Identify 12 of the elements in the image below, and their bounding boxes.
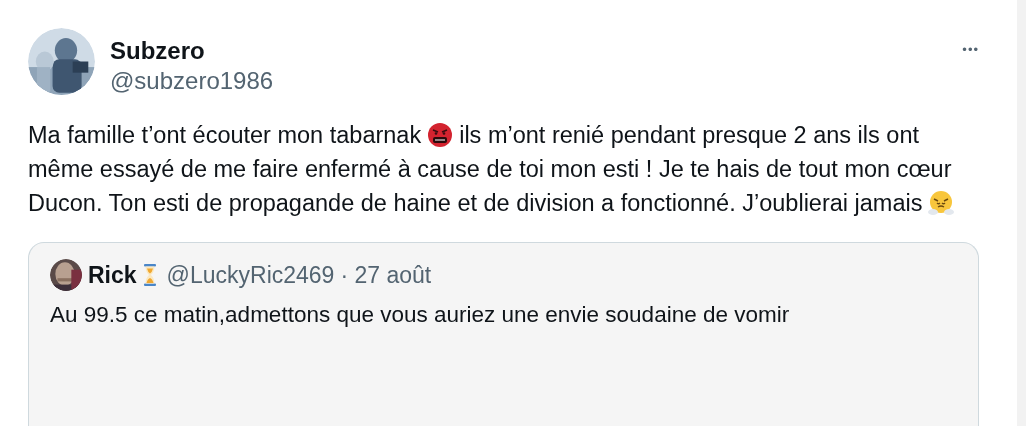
quote-author-handle: @LuckyRic2469 <box>166 261 335 289</box>
quoted-post-card[interactable]: Rick @LuckyRic2469 · 27 août Au 99.5 ce matin,admettons que vous auriez une envie soudaine de vomir <box>28 242 979 426</box>
hourglass-icon <box>142 264 157 286</box>
angry-face-icon <box>427 122 454 148</box>
quote-author-name: Rick <box>88 261 137 289</box>
author-handle[interactable]: @subzero1986 <box>110 66 948 96</box>
more-button[interactable]: ••• <box>962 42 979 57</box>
quote-date: · 27 août <box>340 261 432 289</box>
post-text: Ma famille t’ont écouter mon tabarnak ils m’ont renié pendant presque 2 ans ils ont même essayé de me faire enfermé à cause de toi mon esti ! Je te hais de tout mon cœur Ducon. Ton esti de propagande de haine et de division a fonctionné. J’oublierai jamais <box>28 118 978 220</box>
author-name[interactable]: Subzero <box>110 36 948 66</box>
huffing-face-icon <box>928 190 955 216</box>
quote-text: Au 99.5 ce matin,admettons que vous auriez une envie soudaine de vomir <box>50 301 791 329</box>
